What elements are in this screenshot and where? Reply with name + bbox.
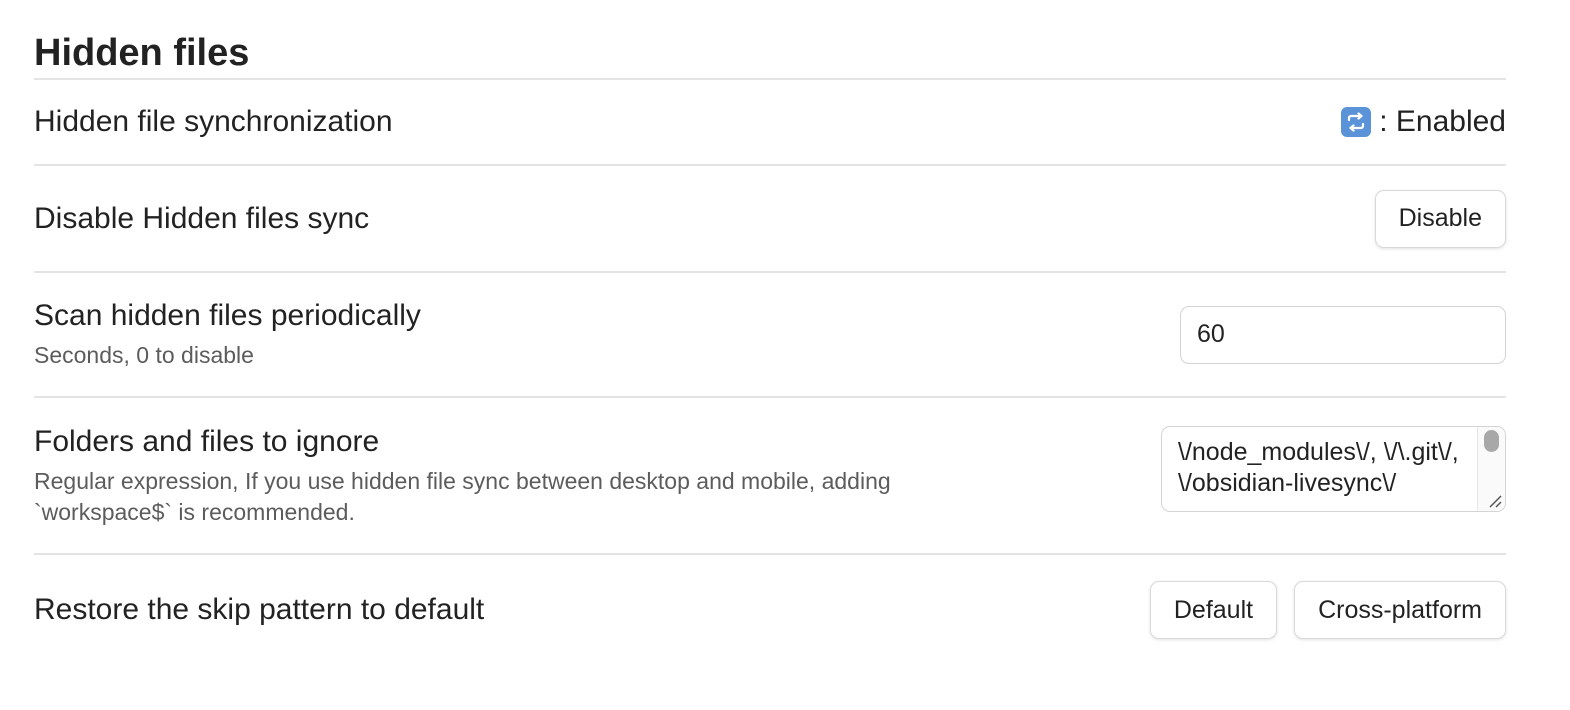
setting-description: Seconds, 0 to disable [34, 342, 254, 368]
section-heading: Hidden files [34, 0, 1506, 80]
sync-status-text: : Enabled [1379, 105, 1506, 138]
disable-button[interactable]: Disable [1374, 189, 1506, 248]
setting-info: Folders and files to ignore Regular expr… [34, 424, 1014, 528]
setting-info: Disable Hidden files sync [34, 201, 369, 237]
setting-info: Scan hidden files periodically Seconds, … [34, 298, 421, 371]
setting-control: \/node_modules\/, \/\.git\/, \/obsidian-… [1161, 425, 1506, 512]
setting-scan-periodically: Scan hidden files periodically Seconds, … [34, 273, 1506, 398]
repeat-arrows-icon [1341, 107, 1372, 137]
setting-description: Regular expression, If you use hidden fi… [34, 467, 891, 525]
setting-control: Disable [1374, 189, 1506, 248]
resize-handle-icon[interactable] [1485, 491, 1503, 509]
setting-restore-skip-pattern: Restore the skip pattern to default Defa… [34, 555, 1506, 665]
setting-control: : Enabled [1341, 105, 1506, 139]
setting-ignore-patterns: Folders and files to ignore Regular expr… [34, 398, 1506, 555]
cross-platform-button[interactable]: Cross-platform [1294, 581, 1506, 639]
setting-info: Hidden file synchronization [34, 104, 393, 140]
setting-info: Restore the skip pattern to default [34, 592, 484, 628]
setting-hidden-file-sync: Hidden file synchronization : Enabled [34, 80, 1506, 166]
sync-status: : Enabled [1341, 105, 1506, 139]
ignore-patterns-textarea-wrap: \/node_modules\/, \/\.git\/, \/obsidian-… [1161, 425, 1506, 512]
scrollbar-thumb[interactable] [1484, 429, 1499, 452]
setting-name: Restore the skip pattern to default [34, 593, 485, 626]
ignore-patterns-textarea[interactable]: \/node_modules\/, \/\.git\/, \/obsidian-… [1162, 426, 1505, 511]
setting-control: Default Cross-platform [1149, 581, 1506, 639]
default-button[interactable]: Default [1149, 581, 1278, 639]
setting-name: Scan hidden files periodically [34, 299, 421, 332]
setting-name: Hidden file synchronization [34, 105, 393, 138]
setting-disable-hidden-sync: Disable Hidden files sync Disable [34, 166, 1506, 273]
setting-name: Folders and files to ignore [34, 424, 380, 458]
setting-control [1180, 305, 1506, 364]
hidden-files-settings: Hidden files Hidden file synchronization… [0, 0, 1570, 665]
scan-interval-input[interactable] [1180, 305, 1506, 364]
setting-name: Disable Hidden files sync [34, 201, 370, 235]
